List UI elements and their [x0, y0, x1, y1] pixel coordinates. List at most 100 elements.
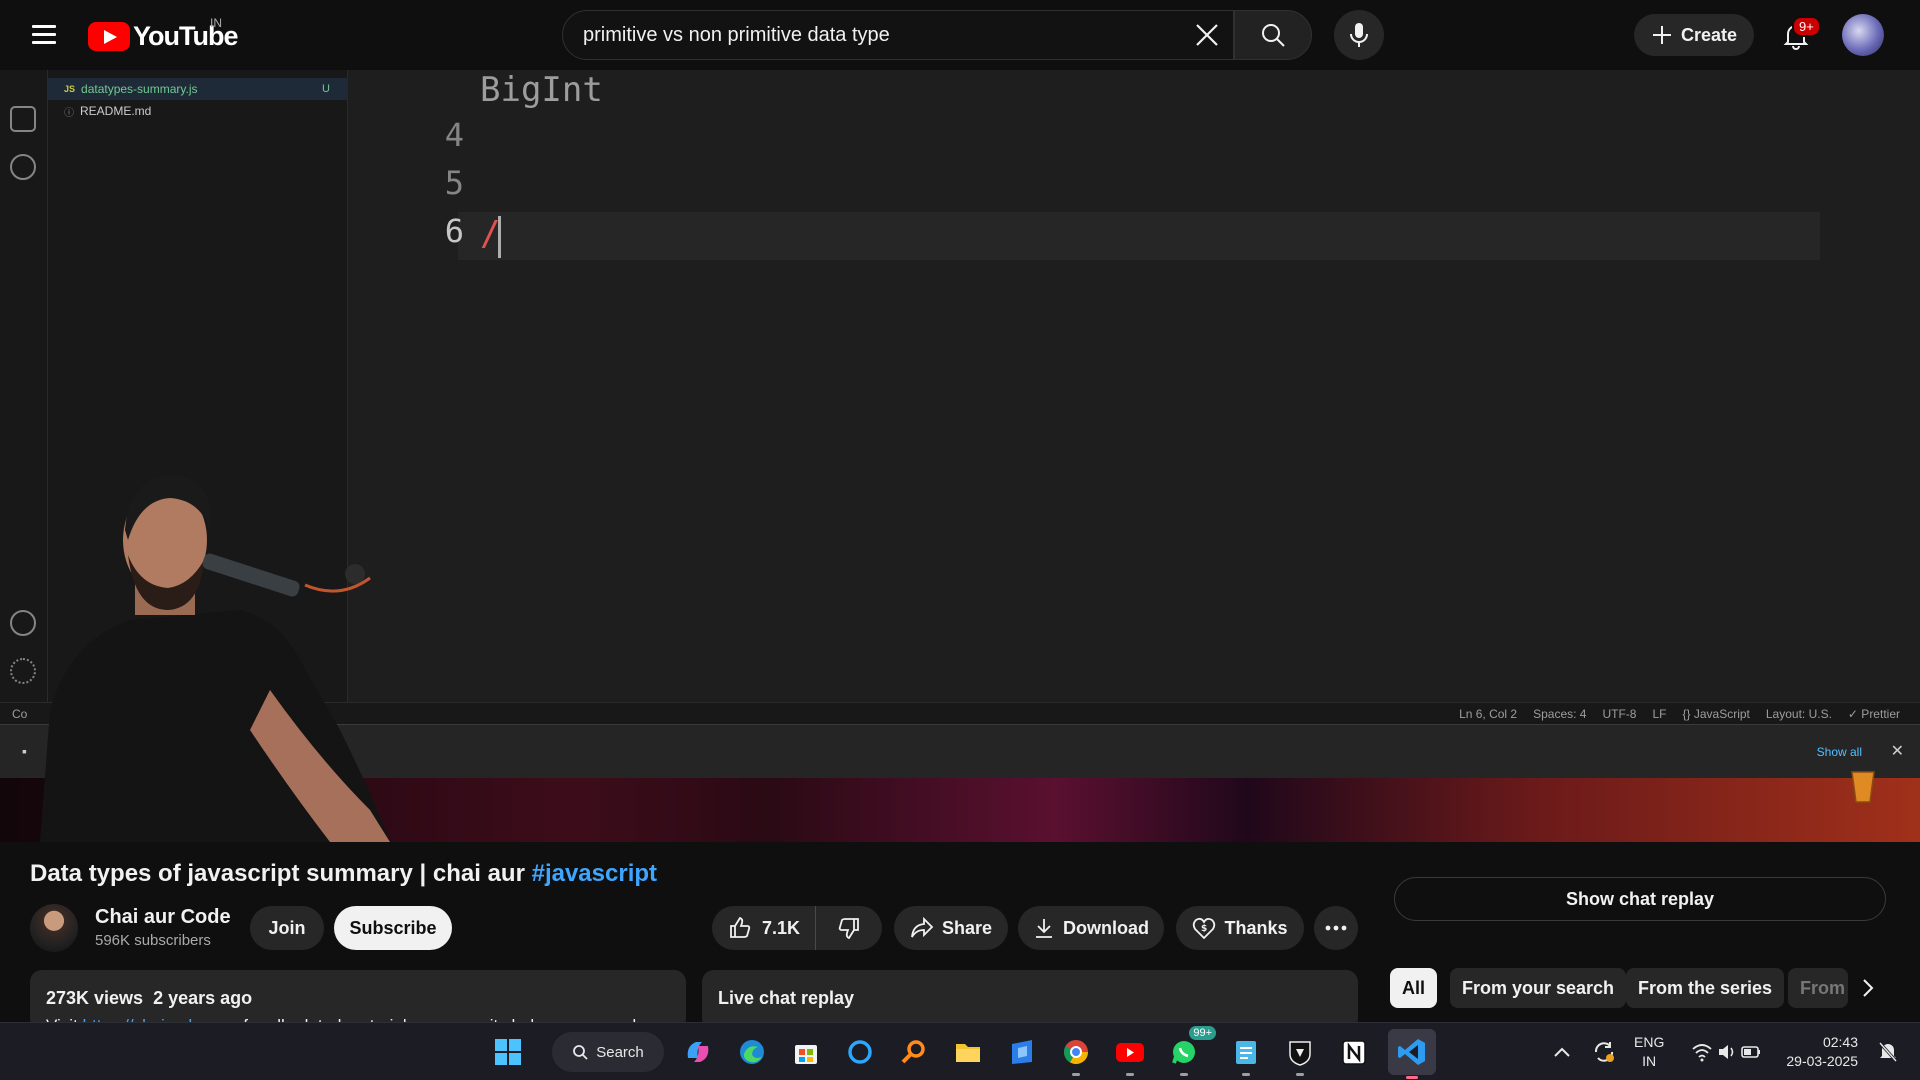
system-clock[interactable]: 02:43 29-03-2025 [1786, 1033, 1858, 1071]
description-box[interactable]: 273K views2 years ago Visit https://chai… [30, 970, 686, 1030]
presenter-figure [40, 475, 390, 842]
country-code: IN [210, 16, 222, 30]
menu-icon[interactable] [28, 20, 60, 50]
windows-taskbar: Search 99+ ENG IN 02:43 29-03-2025 [0, 1022, 1920, 1080]
line-number: 5 [444, 164, 464, 202]
copilot-icon [687, 1042, 709, 1062]
terminal-app[interactable] [1280, 1032, 1320, 1076]
info-icon: ⓘ [64, 107, 74, 119]
windows-app[interactable] [1002, 1032, 1042, 1072]
search-everything-app[interactable] [894, 1032, 934, 1072]
whatsapp-app[interactable]: 99+ [1164, 1026, 1216, 1076]
running-indicator [1242, 1073, 1250, 1076]
channel-name[interactable]: Chai aur Code [95, 906, 231, 929]
thumbs-up-icon [730, 916, 751, 938]
running-indicator [1072, 1073, 1080, 1076]
thanks-button[interactable]: $ Thanks [1176, 906, 1304, 950]
show-chat-replay-label: Show chat replay [1565, 888, 1715, 909]
svg-text:$: $ [1201, 924, 1207, 934]
view-meta: 273K views 2 years ago [46, 988, 262, 1009]
taskbar-search[interactable]: Search [552, 1032, 664, 1072]
js-file-icon: JS [64, 84, 76, 94]
status-eol: LF [1652, 707, 1667, 721]
chip-all[interactable]: All [1390, 968, 1438, 1008]
sync-status-button[interactable] [1584, 1032, 1624, 1072]
code-text-bigint: BigInt [480, 70, 603, 110]
cortana-app[interactable] [840, 1032, 880, 1072]
status-layout: Layout: U.S. [1765, 707, 1832, 721]
subscribe-button[interactable]: Subscribe [334, 906, 452, 950]
line-number: 6 [444, 212, 464, 250]
vscode-icon [1398, 1039, 1425, 1065]
notion-app[interactable] [1334, 1032, 1374, 1072]
dislike-button[interactable] [816, 906, 882, 950]
notepad-app[interactable] [1226, 1032, 1266, 1076]
youtube-icon [1116, 1043, 1144, 1062]
language-code: ENG [1634, 1034, 1665, 1050]
vscode-editor: BigInt 4 5 6 / [348, 70, 1920, 702]
quick-settings-button[interactable] [1686, 1032, 1766, 1072]
file-name: datatypes-summary.js [81, 82, 198, 96]
search-input[interactable] [563, 11, 1181, 59]
sync-icon [1594, 1042, 1614, 1062]
live-chat-title: Live chat replay [718, 988, 855, 1008]
close-icon [1196, 24, 1218, 46]
thanks-label: Thanks [1224, 917, 1288, 938]
video-player[interactable]: JS datatypes-summary.js U ⓘ README.md Bi… [0, 70, 1920, 842]
volume-icon [1719, 1045, 1734, 1059]
edge-app[interactable] [732, 1032, 772, 1072]
voice-search-button[interactable] [1334, 10, 1384, 60]
plus-icon [1652, 26, 1671, 44]
live-chat-replay-panel[interactable]: Live chat replay [702, 970, 1358, 1030]
file-name: README.md [80, 104, 152, 118]
chips-next-button[interactable] [1848, 968, 1888, 1008]
notification-center-button[interactable] [1868, 1032, 1908, 1072]
start-button[interactable] [488, 1032, 528, 1072]
chrome-app[interactable] [1056, 1032, 1096, 1076]
circle-ring-icon [848, 1040, 872, 1064]
search-button[interactable] [1234, 10, 1312, 60]
chip-from-your-search[interactable]: From your search [1450, 968, 1627, 1008]
hashtag-link[interactable]: #javascript [532, 860, 657, 887]
chip-from-the-series[interactable]: From the series [1626, 968, 1785, 1008]
status-remote: Co [12, 707, 28, 721]
share-icon [911, 917, 934, 938]
microsoft-store-app[interactable] [786, 1032, 826, 1072]
youtube-app[interactable] [1110, 1032, 1150, 1076]
search-icon [1262, 24, 1285, 47]
subscriber-count: 596K subscribers [95, 932, 211, 949]
notification-badge: 9+ [1792, 16, 1821, 37]
search-icon [573, 1045, 588, 1060]
current-line-highlight [458, 212, 1820, 260]
clock-time: 02:43 [1822, 1034, 1858, 1050]
status-cursor-position: Ln 6, Col 2 [1459, 707, 1518, 721]
related-filter-chips: All From your search From the series Fro… [1390, 968, 1890, 1008]
folder-icon [956, 1044, 980, 1062]
copilot-app[interactable] [678, 1032, 718, 1072]
share-button[interactable]: Share [894, 906, 1008, 950]
chip-from-truncated[interactable]: From [1788, 968, 1848, 1008]
text-caret [498, 216, 501, 258]
chip-label: All [1402, 977, 1426, 998]
create-button[interactable]: Create [1634, 14, 1754, 56]
masthead: YouTube IN Create 9+ [0, 0, 1920, 70]
input-language-indicator[interactable]: ENG IN [1634, 1033, 1664, 1071]
youtube-play-icon [88, 21, 130, 51]
like-button[interactable]: 7.1K [712, 906, 816, 950]
file-icon: ▪ [22, 743, 27, 759]
show-hidden-icons-button[interactable] [1542, 1032, 1582, 1072]
join-label: Join [268, 917, 306, 938]
vscode-app[interactable] [1388, 1029, 1436, 1079]
show-chat-replay-button[interactable]: Show chat replay [1394, 877, 1886, 921]
more-actions-button[interactable] [1314, 906, 1358, 950]
join-button[interactable]: Join [250, 906, 324, 950]
video-title-text: Data types of javascript summary | chai … [30, 860, 532, 887]
file-explorer-app[interactable] [948, 1032, 988, 1072]
channel-avatar[interactable] [30, 904, 78, 952]
account-avatar[interactable] [1842, 14, 1884, 56]
download-button[interactable]: Download [1018, 906, 1164, 950]
chevron-up-icon [1554, 1047, 1570, 1057]
clear-search-button[interactable] [1181, 11, 1233, 59]
running-indicator [1126, 1073, 1134, 1076]
youtube-watch-page: YouTube IN Create 9+ [0, 0, 1920, 1080]
